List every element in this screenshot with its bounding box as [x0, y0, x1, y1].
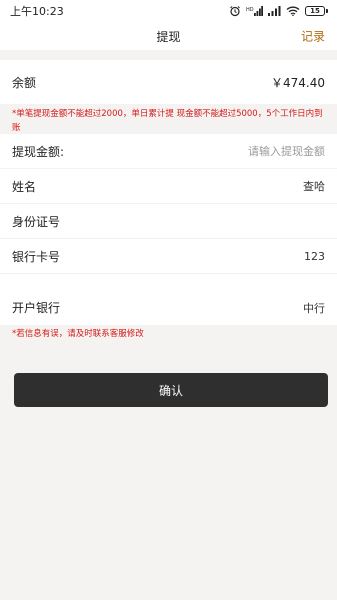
confirm-wrap: 确认: [0, 373, 337, 407]
id-number-input[interactable]: [165, 214, 325, 228]
status-time: 上午10:23: [10, 5, 64, 18]
card-number-label: 银行卡号: [12, 249, 61, 264]
battery-level: 15: [305, 6, 325, 16]
name-label: 姓名: [12, 179, 37, 194]
svg-text:HD: HD: [246, 7, 254, 13]
hd-signal-icon: HD: [246, 5, 263, 17]
confirm-button[interactable]: 确认: [14, 373, 328, 407]
bank-input[interactable]: [165, 301, 325, 314]
balance-label: 余额: [12, 75, 37, 90]
nav-bar: 提现 记录: [0, 22, 337, 50]
section-gap: [0, 50, 337, 60]
signal-icon: [268, 6, 281, 16]
form-spacer: [0, 274, 337, 290]
battery-icon: 15: [305, 6, 328, 16]
card-number-input[interactable]: [165, 249, 325, 263]
records-link[interactable]: 记录: [301, 28, 325, 45]
status-icons: HD 15: [229, 5, 328, 17]
withdraw-limit-notice: *单笔提现金额不能超过2000，单日累计提 现金额不能超过5000，5个工作日内…: [0, 104, 337, 134]
bank-row: 开户银行: [0, 290, 337, 325]
name-input[interactable]: [165, 179, 325, 193]
contact-tip: *若信息有误，请及时联系客服修改: [12, 329, 144, 339]
amount-input[interactable]: [165, 144, 325, 158]
status-bar: 上午10:23 HD 15: [0, 0, 337, 22]
balance-row: 余额 ￥474.40: [0, 60, 337, 104]
alarm-icon: [229, 5, 241, 17]
page-title: 提现: [156, 29, 181, 44]
id-number-label: 身份证号: [12, 214, 61, 229]
amount-label: 提现金额:: [12, 144, 65, 159]
id-number-row: 身份证号: [0, 204, 337, 239]
name-row: 姓名: [0, 169, 337, 204]
amount-row: 提现金额:: [0, 134, 337, 169]
balance-value: ￥474.40: [271, 75, 325, 90]
card-number-row: 银行卡号: [0, 239, 337, 274]
withdraw-form: 提现金额: 姓名 身份证号 银行卡号 开户银行: [0, 134, 337, 325]
bank-label: 开户银行: [12, 301, 61, 315]
wifi-icon: [286, 6, 300, 16]
